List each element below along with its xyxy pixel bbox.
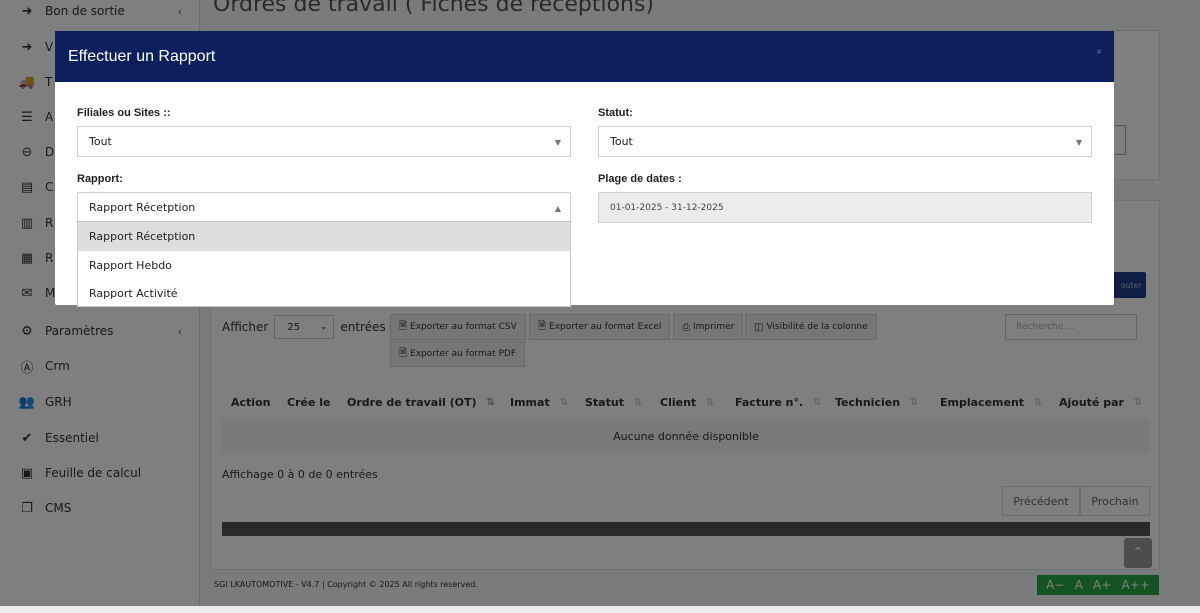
rapport-dropdown: Rapport Récetption Rapport Hebdo Rapport… [77,221,571,307]
bottom-bar [0,606,1200,613]
caret-down-icon: ▼ [554,138,561,147]
statut-label: Statut: [598,107,633,119]
close-icon[interactable]: × [1096,47,1102,58]
modal-title: Effectuer un Rapport [68,47,216,65]
modal-header: Effectuer un Rapport × [55,31,1114,82]
report-modal: Effectuer un Rapport × Filiales ou Sites… [55,31,1114,307]
dropdown-option[interactable]: Rapport Récetption [78,222,570,251]
date-range-label: Plage de dates : [598,173,682,185]
date-range-input[interactable]: 01-01-2025 - 31-12-2025 [598,192,1092,223]
filiales-label: Filiales ou Sites :: [77,107,171,119]
caret-down-icon: ▼ [1075,138,1082,147]
dropdown-option[interactable]: Rapport Activité [78,279,570,308]
rapport-select[interactable]: Rapport Récetption ▲ [77,192,571,223]
caret-up-icon: ▲ [554,204,561,213]
rapport-label: Rapport: [77,173,123,185]
dropdown-option[interactable]: Rapport Hebdo [78,251,570,280]
statut-select[interactable]: Tout ▼ [598,126,1092,157]
filiales-select[interactable]: Tout ▼ [77,126,571,157]
